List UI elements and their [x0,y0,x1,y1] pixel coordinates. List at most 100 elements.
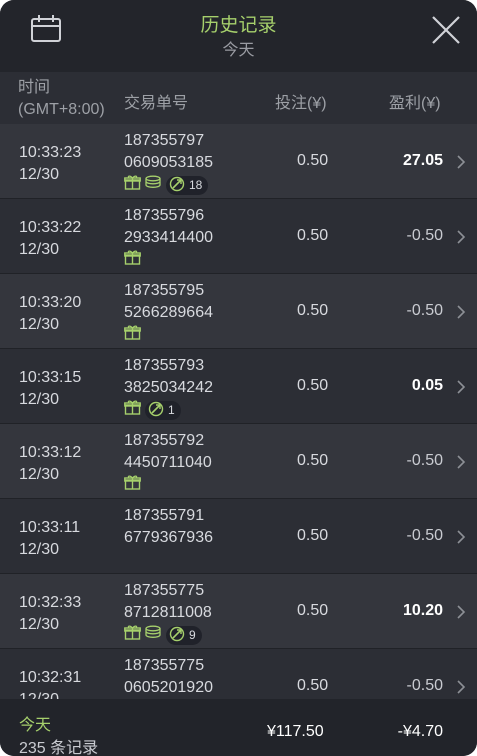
history-row[interactable]: 10:33:12 12/30 187355792 4450711040 0.50 -0.5… [0,424,477,499]
row-date-value: 12/30 [19,241,60,258]
gift-icon [124,250,141,270]
row-order-part1: 187355797 [124,132,205,149]
row-date-value: 12/30 [19,166,60,183]
row-order-part1: 187355791 [124,507,205,524]
chevron-right-icon[interactable] [456,379,466,395]
col-order: 交易单号 [124,95,189,112]
row-order-part2: 3825034242 [124,379,213,396]
chevron-right-icon[interactable] [456,154,466,170]
row-order-part1: 187355795 [124,282,205,299]
row-order: 187355775 8712811008 [124,580,212,624]
history-row[interactable]: 10:32:33 12/30 187355775 8712811008 9 0.50 10.… [0,574,477,649]
row-feature-icons: 18 [124,175,209,195]
row-profit: -0.50 [406,452,443,469]
close-icon[interactable] [428,12,464,48]
header: 历史记录 今天 [0,0,477,72]
row-stake: 0.50 [297,452,329,469]
row-stake: 0.50 [297,602,329,619]
row-order-part1: 187355775 [124,657,205,674]
row-order-part2: 0605201920 [124,679,213,696]
row-time-value: 10:33:22 [19,219,82,236]
col-timezone-label: (GMT+8:00) [18,101,105,118]
ball-icon [169,626,185,645]
row-feature-icons: 1 [124,400,181,420]
row-time: 10:33:12 12/30 [19,442,81,486]
row-order-part1: 187355792 [124,432,205,449]
row-feature-icons [124,475,144,495]
history-panel: 历史记录 今天 时间 (GMT+8:00) 交易单号 投注(¥) 盈利(¥) 1… [0,0,477,756]
row-date-value: 12/30 [19,391,60,408]
ball-icon [148,401,164,420]
row-feature-icons [124,325,144,345]
row-profit: 27.05 [402,152,443,169]
gift-icon [124,625,141,645]
row-order-part2: 2933414400 [124,229,213,246]
row-time: 10:33:23 12/30 [19,142,81,186]
free-game-badge: 18 [166,175,209,195]
row-order-part2: 0609053185 [124,154,213,171]
footer-count: 235 条记录 [19,740,99,756]
chevron-right-icon[interactable] [456,679,466,695]
row-feature-icons: 9 [124,625,202,645]
badge-count: 1 [168,403,175,417]
row-order: 187355793 3825034242 [124,355,213,399]
badge-count: 9 [189,628,196,642]
page-title: 历史记录 [200,15,277,36]
row-order: 187355797 0609053185 [124,130,213,174]
coins-icon [144,175,162,195]
chevron-right-icon[interactable] [456,604,466,620]
row-time-value: 10:33:12 [19,444,82,461]
row-date-value: 12/30 [19,466,60,483]
row-profit: 10.20 [402,602,443,619]
row-profit: -0.50 [406,527,443,544]
row-time: 10:33:11 12/30 [19,517,80,561]
period-label: 今天 [222,42,255,59]
chevron-right-icon[interactable] [456,304,466,320]
history-row[interactable]: 10:33:15 12/30 187355793 3825034242 1 0.50 0.0… [0,349,477,424]
coins-icon [144,625,162,645]
row-date-value: 12/30 [19,616,60,633]
row-profit: 0.05 [411,377,443,394]
row-order-part2: 6779367936 [124,529,213,546]
column-header: 时间 (GMT+8:00) 交易单号 投注(¥) 盈利(¥) [0,72,477,124]
row-date-value: 12/30 [19,316,60,333]
row-profit: -0.50 [406,302,443,319]
history-row[interactable]: 10:33:11 12/30 187355791 6779367936 0.50 -0.5… [0,499,477,574]
row-time-value: 10:32:33 [19,594,82,611]
row-time: 10:33:20 12/30 [19,292,81,336]
row-time: 10:33:22 12/30 [19,217,81,261]
gift-icon [124,325,141,345]
row-profit: -0.50 [406,677,443,694]
history-list[interactable]: 10:33:23 12/30 187355797 0609053185 18 0.50 27… [0,124,477,699]
free-game-badge: 9 [166,625,202,645]
row-time-value: 10:33:23 [19,144,82,161]
row-order: 187355792 4450711040 [124,430,212,474]
history-row[interactable]: 10:32:31 12/30 187355775 0605201920 0.50 -0.5… [0,649,477,699]
row-time-value: 10:33:20 [19,294,82,311]
chevron-right-icon[interactable] [456,529,466,545]
row-order-part2: 5266289664 [124,304,213,321]
row-profit: -0.50 [406,227,443,244]
col-profit: 盈利(¥) [389,95,441,112]
history-row[interactable]: 10:33:23 12/30 187355797 0609053185 18 0.50 27… [0,124,477,199]
row-time-value: 10:32:31 [19,669,82,686]
free-game-badge: 1 [145,400,181,420]
row-time: 10:32:31 12/30 [19,667,81,699]
row-time-value: 10:33:15 [19,369,82,386]
footer-total-profit: -¥4.70 [397,723,443,740]
chevron-right-icon[interactable] [456,229,466,245]
col-time-label: 时间 [18,79,51,96]
row-stake: 0.50 [297,302,329,319]
row-feature-icons [124,250,144,270]
row-stake: 0.50 [297,527,329,544]
col-time: 时间 (GMT+8:00) [18,77,105,121]
history-row[interactable]: 10:33:22 12/30 187355796 2933414400 0.50 -0.5… [0,199,477,274]
history-row[interactable]: 10:33:20 12/30 187355795 5266289664 0.50 -0.5… [0,274,477,349]
row-order-part1: 187355775 [124,582,205,599]
row-time: 10:32:33 12/30 [19,592,81,636]
chevron-right-icon[interactable] [456,454,466,470]
row-stake: 0.50 [297,377,329,394]
row-order: 187355796 2933414400 [124,205,213,249]
row-order: 187355795 5266289664 [124,280,213,324]
row-order-part1: 187355793 [124,357,205,374]
